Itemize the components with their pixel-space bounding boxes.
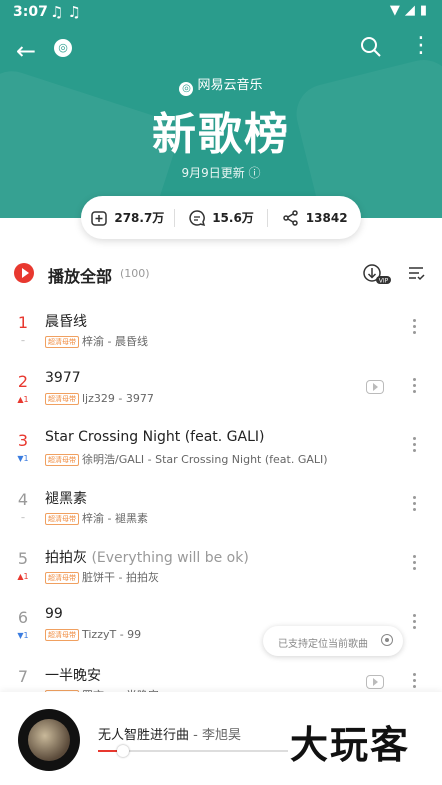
now-playing-song: 无人智胜进行曲 <box>98 728 190 743</box>
comment-icon <box>189 209 206 226</box>
rank-trend: ▲1 <box>17 395 29 404</box>
rank-trend: – <box>21 336 25 345</box>
mv-play-icon[interactable] <box>366 675 384 689</box>
quality-badge: 超清母带 <box>45 393 79 405</box>
locate-icon <box>381 634 393 646</box>
netease-logo-icon: ◎ <box>179 82 194 96</box>
page-title: 新歌榜 <box>152 109 290 160</box>
play-all-label[interactable]: 播放全部 <box>48 263 112 287</box>
song-rank: 3 <box>17 431 29 450</box>
song-meta: 超清母带 ljz329 - 3977 <box>45 392 154 405</box>
song-meta: 超清母带 梓渝 - 褪黑素 <box>45 510 148 526</box>
song-row[interactable]: 5 ▲1 拍拍灰 (Everything will be ok) 超清母带 脏饼干 - … <box>0 538 442 597</box>
song-meta: 超清母带 脏饼干 - 拍拍灰 <box>45 569 159 585</box>
update-date[interactable]: 9月9日更新 ⓘ <box>0 164 442 181</box>
song-title: 99 <box>45 606 63 622</box>
song-more-icon[interactable] <box>412 496 418 514</box>
song-artist-album: 梓渝 - 褪黑素 <box>82 512 148 525</box>
song-title: 晨昏线 <box>45 314 87 330</box>
song-more-icon[interactable] <box>412 319 418 337</box>
song-rank: 2 <box>17 372 29 391</box>
song-artist-album: TizzyT - 99 <box>82 628 142 641</box>
song-artist-album: 梓渝 - 晨昏线 <box>82 335 148 348</box>
collect-icon <box>91 210 108 226</box>
search-icon[interactable] <box>360 36 382 62</box>
back-button[interactable]: ← <box>16 37 36 65</box>
album-disc[interactable] <box>18 709 80 771</box>
quality-badge: 超清母带 <box>45 572 79 584</box>
quality-badge: 超清母带 <box>45 454 79 466</box>
progress-knob[interactable] <box>116 745 129 757</box>
song-more-icon[interactable] <box>412 437 418 455</box>
chart-header: 3:07 ♫♫ ▼◢▮ ← ◎ ⋮ ◎ 网易云音乐 新歌榜 9月9日更新 ⓘ <box>0 0 442 218</box>
mini-player[interactable]: 无人智胜进行曲 - 李旭昊 大玩客 <box>0 692 442 785</box>
rank-trend: ▲1 <box>17 572 29 581</box>
locate-tip-text: 已支持定位当前歌曲 <box>278 639 368 650</box>
song-rank: 5 <box>17 549 29 568</box>
song-more-icon[interactable] <box>412 673 418 691</box>
song-title: Star Crossing Night (feat. GALI) <box>45 429 265 445</box>
watermark: 大玩客 <box>290 723 411 767</box>
now-playing-artist: - 李旭昊 <box>193 728 241 743</box>
song-artist-album: 徐明浩/GALI - Star Crossing Night (feat. GA… <box>82 453 328 466</box>
song-row[interactable]: 4 – 褪黑素超清母带 梓渝 - 褪黑素 <box>0 479 442 538</box>
collect-button[interactable]: 278.7万 <box>81 209 174 227</box>
comment-button[interactable]: 15.6万 <box>173 208 268 227</box>
song-meta: 超清母带 梓渝 - 晨昏线 <box>45 333 148 349</box>
quality-badge: 超清母带 <box>45 513 79 525</box>
album-cover <box>28 719 70 761</box>
locate-current-song-button[interactable]: 已支持定位当前歌曲 <box>263 626 403 656</box>
song-row[interactable]: 2 ▲1 3977 超清母带 ljz329 - 3977 <box>0 361 442 420</box>
now-playing-title[interactable]: 无人智胜进行曲 - 李旭昊 <box>98 724 241 743</box>
song-more-icon[interactable] <box>412 614 418 632</box>
collect-count: 278.7万 <box>114 211 165 225</box>
rank-trend: ▼1 <box>17 631 29 640</box>
song-row[interactable]: 3 ▼1 Star Crossing Night (feat. GALI) 超清母带徐… <box>0 420 442 479</box>
song-more-icon[interactable] <box>412 555 418 573</box>
multi-select-icon[interactable] <box>407 264 425 286</box>
quality-badge: 超清母带 <box>45 629 79 641</box>
song-artist-album: 脏饼干 - 拍拍灰 <box>82 571 159 584</box>
song-title: 褪黑素 <box>45 491 87 507</box>
rank-trend: – <box>21 513 25 522</box>
play-icon[interactable] <box>14 263 34 283</box>
share-button[interactable]: 13842 <box>267 208 361 227</box>
song-count: (100) <box>120 267 150 280</box>
song-more-icon[interactable] <box>412 378 418 396</box>
rank-trend: ▼1 <box>17 454 29 463</box>
song-alias: (Everything will be ok) <box>91 550 249 566</box>
song-rank: 1 <box>17 313 29 332</box>
song-meta: 超清母带 徐明浩/GALI - Star Crossing Night (feat… <box>45 451 328 467</box>
song-rank: 6 <box>17 608 29 627</box>
share-count: 13842 <box>305 210 348 225</box>
stats-bar: 278.7万 15.6万 13842 <box>81 196 361 239</box>
quality-badge: 超清母带 <box>45 336 79 348</box>
song-title: 一半晚安 <box>45 668 101 684</box>
netease-logo-icon[interactable]: ◎ <box>54 39 72 57</box>
song-rank: 7 <box>17 667 29 686</box>
download-vip-icon[interactable]: VIP <box>362 262 392 290</box>
song-title: 3977 <box>45 370 81 386</box>
song-title: 拍拍灰 (Everything will be ok) <box>45 550 249 566</box>
song-meta: 超清母带 TizzyT - 99 <box>45 628 141 641</box>
comment-count: 15.6万 <box>212 211 254 225</box>
share-icon <box>283 209 298 226</box>
status-time: 3:07 <box>13 4 48 20</box>
more-icon[interactable]: ⋮ <box>410 35 432 57</box>
song-rank: 4 <box>17 490 29 509</box>
music-note-icon: ♫♫ <box>50 3 85 21</box>
status-bar: 3:07 ♫♫ ▼◢▮ <box>0 0 442 26</box>
progress-bar[interactable] <box>98 745 288 757</box>
brand-label: ◎ 网易云音乐 <box>0 74 442 96</box>
play-all-row[interactable]: 播放全部 (100) VIP <box>0 258 442 290</box>
song-row[interactable]: 1 – 晨昏线超清母带 梓渝 - 晨昏线 <box>0 302 442 361</box>
song-artist-album: ljz329 - 3977 <box>82 392 154 405</box>
mv-play-icon[interactable] <box>366 380 384 394</box>
svg-text:VIP: VIP <box>379 278 389 285</box>
signal-battery-icon: ▼◢▮ <box>389 3 432 18</box>
